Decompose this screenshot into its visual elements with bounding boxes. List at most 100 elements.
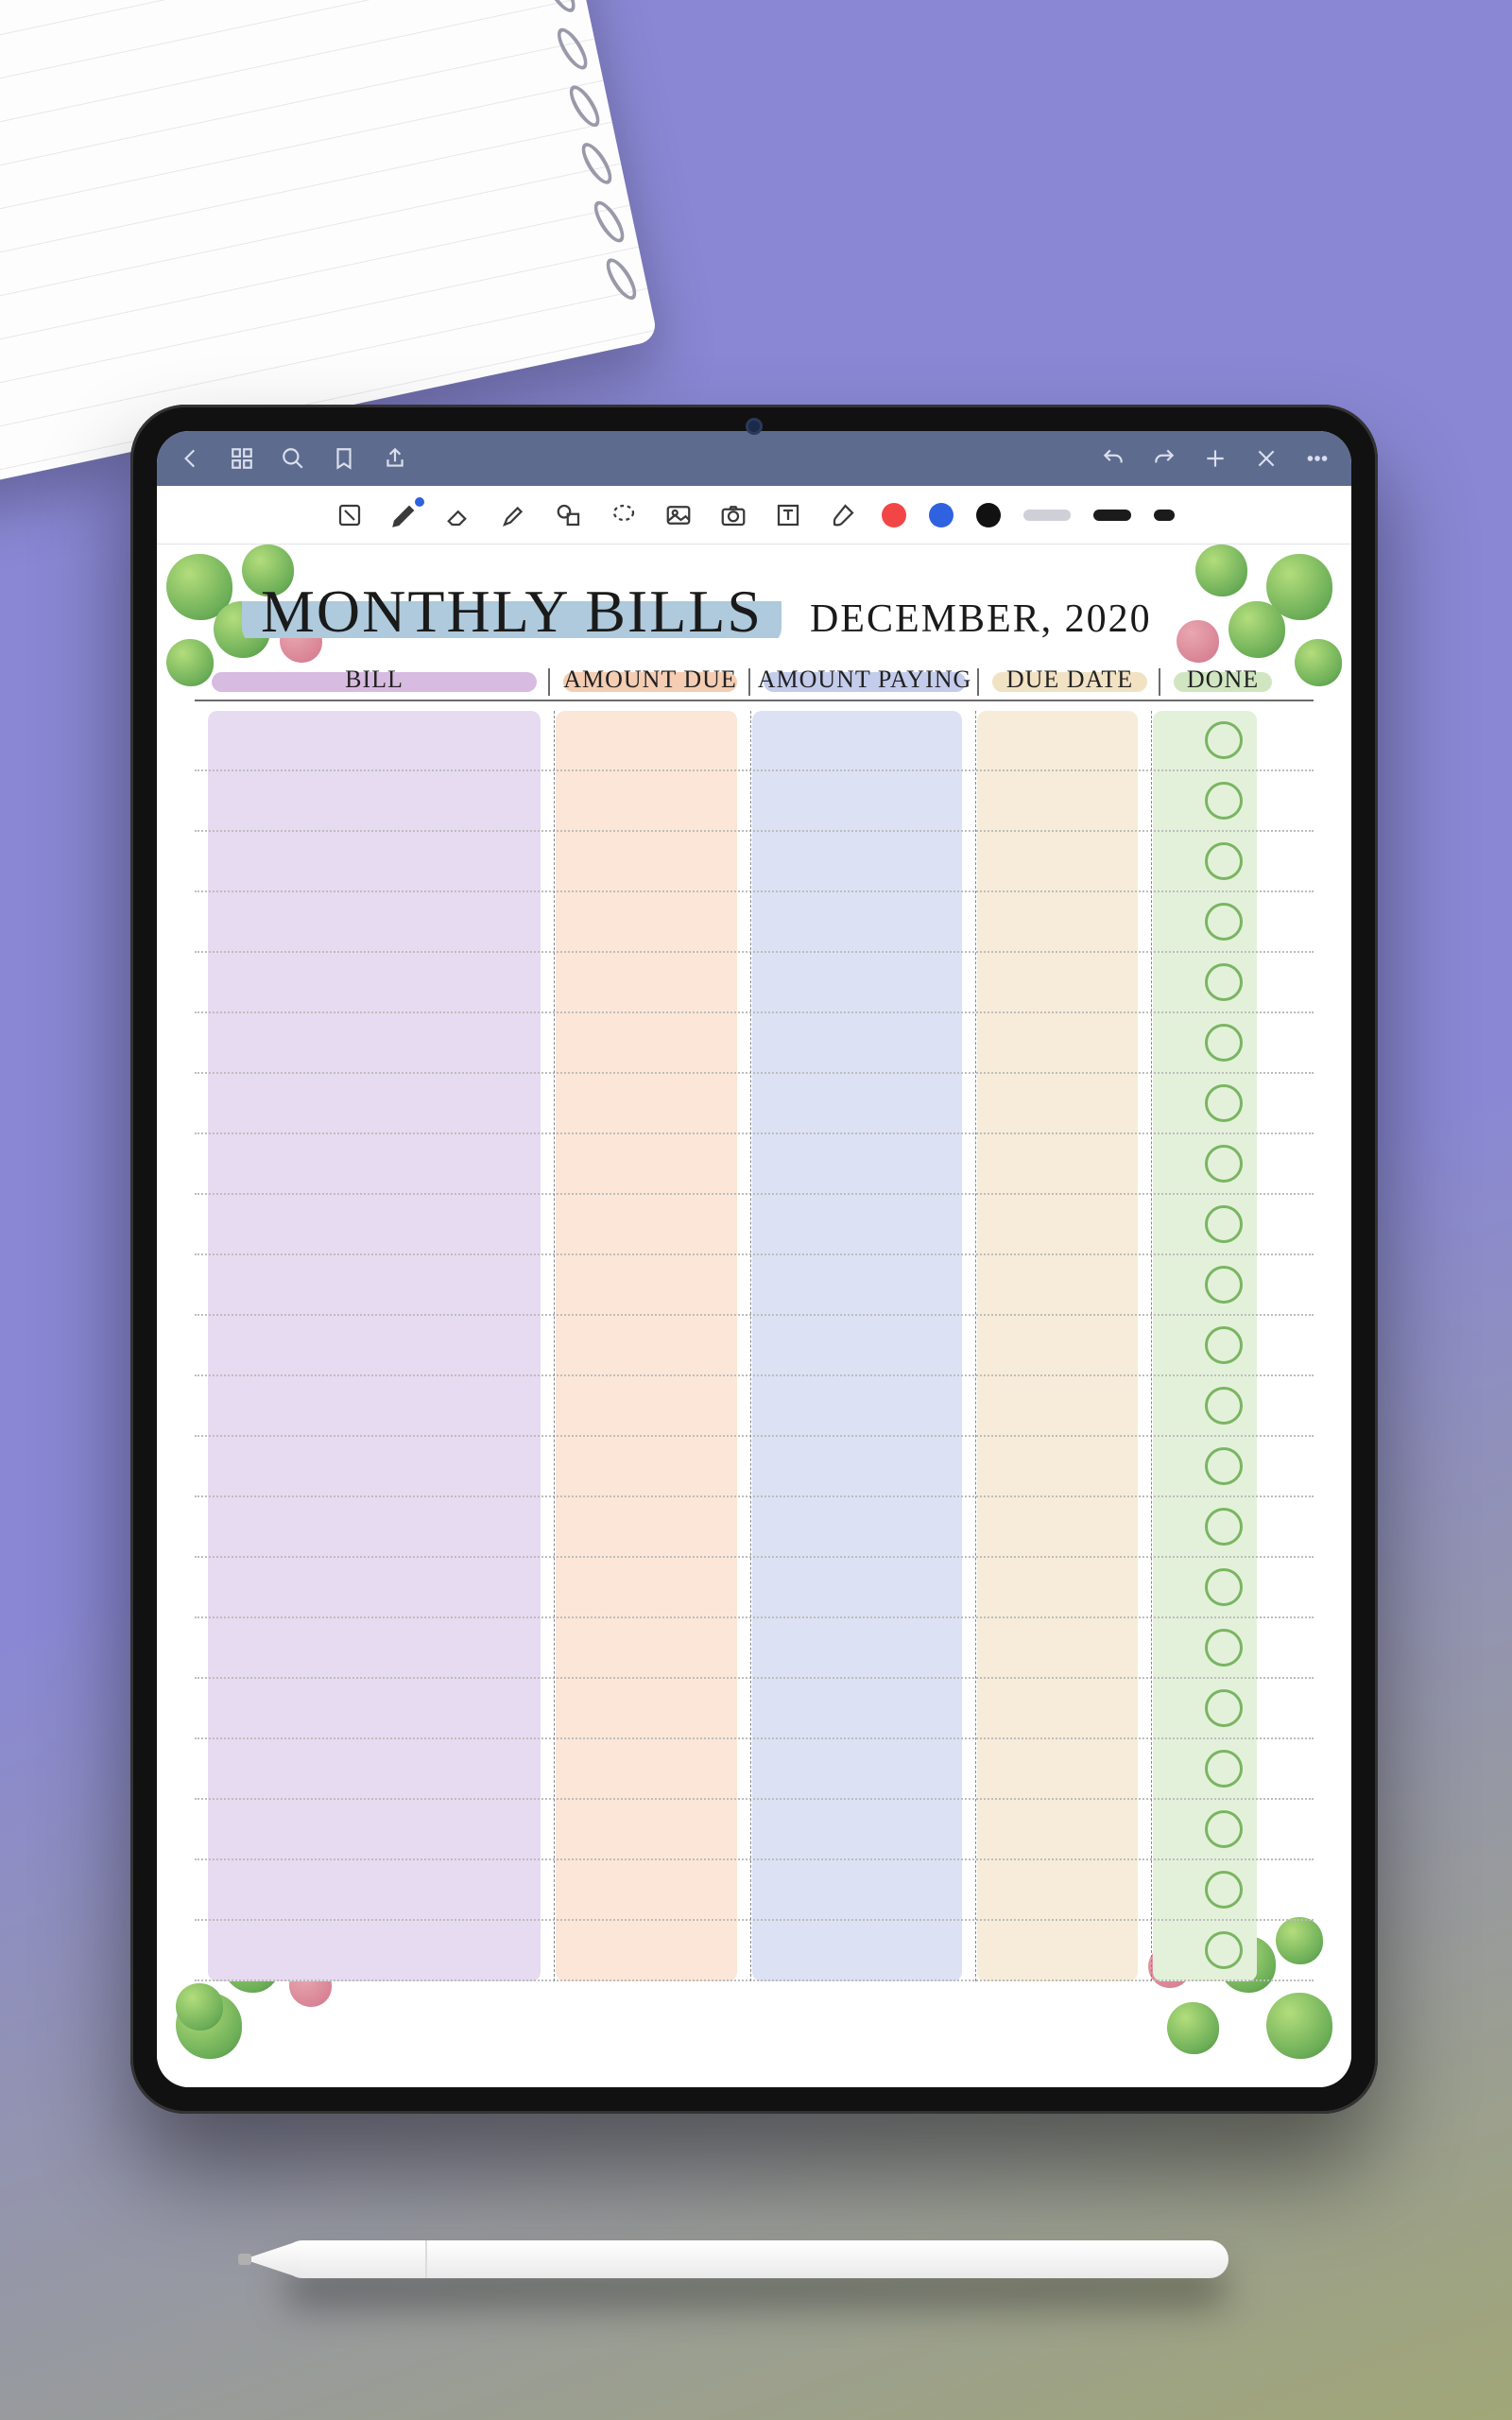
table-row[interactable] <box>195 1316 1314 1376</box>
cell-done[interactable] <box>1166 1921 1280 1979</box>
done-checkbox[interactable] <box>1205 1810 1243 1848</box>
search-icon[interactable] <box>280 445 306 472</box>
cell-bill[interactable] <box>204 1255 544 1314</box>
cell-done[interactable] <box>1166 892 1280 951</box>
cell-done[interactable] <box>1166 1437 1280 1495</box>
cell-bill[interactable] <box>204 1195 544 1253</box>
cell-amount-paying[interactable] <box>756 1376 973 1435</box>
cell-amount-due[interactable] <box>556 1921 745 1979</box>
text-tool-icon[interactable] <box>772 499 804 531</box>
stroke-width-large[interactable] <box>1023 510 1071 521</box>
cell-amount-paying[interactable] <box>756 832 973 890</box>
cell-amount-due[interactable] <box>556 1739 745 1798</box>
cell-amount-paying[interactable] <box>756 1255 973 1314</box>
cell-bill[interactable] <box>204 1074 544 1132</box>
cell-amount-paying[interactable] <box>756 1679 973 1737</box>
cell-bill[interactable] <box>204 1134 544 1193</box>
done-checkbox[interactable] <box>1205 1084 1243 1122</box>
done-checkbox[interactable] <box>1205 1508 1243 1546</box>
cell-amount-paying[interactable] <box>756 1497 973 1556</box>
color-red[interactable] <box>882 503 906 527</box>
cell-done[interactable] <box>1166 711 1280 769</box>
table-row[interactable] <box>195 953 1314 1013</box>
cell-amount-due[interactable] <box>556 1679 745 1737</box>
cell-done[interactable] <box>1166 1134 1280 1193</box>
readonly-tool-icon[interactable] <box>334 499 366 531</box>
cell-amount-paying[interactable] <box>756 1618 973 1677</box>
stroke-width-small[interactable] <box>1154 510 1175 521</box>
table-row[interactable] <box>195 1921 1314 1981</box>
table-row[interactable] <box>195 1800 1314 1860</box>
cell-done[interactable] <box>1166 832 1280 890</box>
cell-done[interactable] <box>1166 1013 1280 1072</box>
cell-bill[interactable] <box>204 1860 544 1919</box>
cell-bill[interactable] <box>204 1618 544 1677</box>
table-row[interactable] <box>195 1195 1314 1255</box>
cell-amount-due[interactable] <box>556 1013 745 1072</box>
cell-done[interactable] <box>1166 1739 1280 1798</box>
cell-amount-paying[interactable] <box>756 1437 973 1495</box>
cell-amount-due[interactable] <box>556 1437 745 1495</box>
table-row[interactable] <box>195 1074 1314 1134</box>
more-icon[interactable] <box>1304 445 1331 472</box>
cell-bill[interactable] <box>204 1800 544 1858</box>
highlighter-tool-icon[interactable] <box>498 499 530 531</box>
cell-due-date[interactable] <box>985 1739 1155 1798</box>
cell-bill[interactable] <box>204 1679 544 1737</box>
cell-amount-paying[interactable] <box>756 1316 973 1374</box>
table-row[interactable] <box>195 711 1314 771</box>
cell-due-date[interactable] <box>985 1134 1155 1193</box>
done-checkbox[interactable] <box>1205 1266 1243 1304</box>
cell-amount-due[interactable] <box>556 1195 745 1253</box>
cell-due-date[interactable] <box>985 711 1155 769</box>
cell-bill[interactable] <box>204 1739 544 1798</box>
done-checkbox[interactable] <box>1205 1205 1243 1243</box>
cell-amount-due[interactable] <box>556 953 745 1011</box>
cell-due-date[interactable] <box>985 1800 1155 1858</box>
cell-amount-due[interactable] <box>556 1074 745 1132</box>
cell-due-date[interactable] <box>985 1376 1155 1435</box>
cell-amount-due[interactable] <box>556 1376 745 1435</box>
image-tool-icon[interactable] <box>662 499 695 531</box>
cell-amount-paying[interactable] <box>756 892 973 951</box>
cell-amount-paying[interactable] <box>756 1134 973 1193</box>
done-checkbox[interactable] <box>1205 963 1243 1001</box>
redo-icon[interactable] <box>1151 445 1177 472</box>
cell-due-date[interactable] <box>985 1013 1155 1072</box>
cell-done[interactable] <box>1166 1195 1280 1253</box>
cell-amount-paying[interactable] <box>756 1074 973 1132</box>
cell-bill[interactable] <box>204 1316 544 1374</box>
cell-amount-paying[interactable] <box>756 953 973 1011</box>
cell-bill[interactable] <box>204 1376 544 1435</box>
cell-done[interactable] <box>1166 1376 1280 1435</box>
cell-done[interactable] <box>1166 1558 1280 1616</box>
cell-amount-paying[interactable] <box>756 1195 973 1253</box>
cell-bill[interactable] <box>204 1558 544 1616</box>
table-row[interactable] <box>195 1134 1314 1195</box>
cell-amount-due[interactable] <box>556 711 745 769</box>
cell-done[interactable] <box>1166 1679 1280 1737</box>
cell-due-date[interactable] <box>985 1860 1155 1919</box>
cell-bill[interactable] <box>204 1921 544 1979</box>
cell-done[interactable] <box>1166 953 1280 1011</box>
done-checkbox[interactable] <box>1205 1689 1243 1727</box>
cell-due-date[interactable] <box>985 1679 1155 1737</box>
cell-amount-due[interactable] <box>556 1134 745 1193</box>
cell-due-date[interactable] <box>985 771 1155 830</box>
table-row[interactable] <box>195 1558 1314 1618</box>
stroke-width-medium[interactable] <box>1093 510 1131 521</box>
cell-due-date[interactable] <box>985 1195 1155 1253</box>
cell-bill[interactable] <box>204 892 544 951</box>
color-blue[interactable] <box>929 503 954 527</box>
done-checkbox[interactable] <box>1205 1568 1243 1606</box>
done-checkbox[interactable] <box>1205 1750 1243 1788</box>
lasso-tool-icon[interactable] <box>608 499 640 531</box>
cell-due-date[interactable] <box>985 1437 1155 1495</box>
table-row[interactable] <box>195 832 1314 892</box>
done-checkbox[interactable] <box>1205 1447 1243 1485</box>
table-row[interactable] <box>195 1437 1314 1497</box>
cell-bill[interactable] <box>204 771 544 830</box>
cell-amount-paying[interactable] <box>756 771 973 830</box>
table-row[interactable] <box>195 1618 1314 1679</box>
cell-done[interactable] <box>1166 1860 1280 1919</box>
